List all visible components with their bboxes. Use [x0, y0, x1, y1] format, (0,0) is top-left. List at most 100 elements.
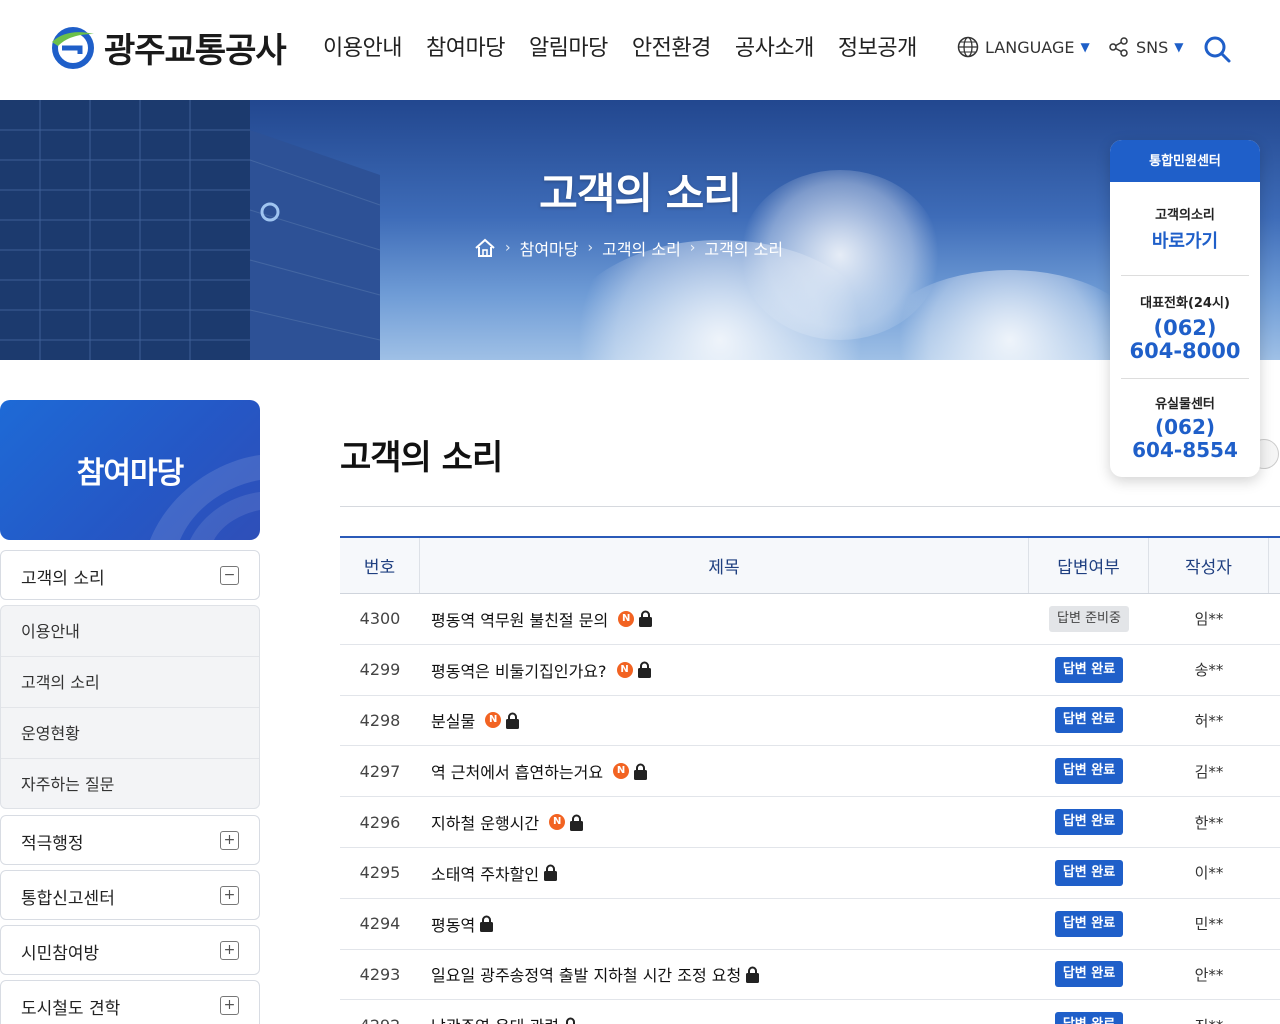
share-nodes-icon	[1109, 37, 1128, 57]
row-title-link[interactable]: 일요일 광주송정역 출발 지하철 시간 조정 요청	[420, 950, 1029, 1000]
submenu-item-guide[interactable]: 이용안내	[1, 606, 259, 657]
table-row[interactable]: 4297 역 근처에서 흡연하는거요 N 답변 완료 김**	[340, 746, 1280, 798]
sidebar-item-label-wrap[interactable]: 통합신고센터 +	[1, 871, 259, 921]
search-icon[interactable]	[1202, 34, 1232, 64]
row-title-link[interactable]: 분실물 N	[420, 696, 1029, 746]
status-badge: 답변 완료	[1054, 656, 1124, 683]
sidebar-item-proactive[interactable]: 적극행정 +	[0, 815, 260, 865]
row-number: 4299	[359, 660, 401, 680]
status-badge: 답변 완료	[1054, 910, 1124, 937]
nav-item-notice[interactable]: 알림마당	[529, 30, 608, 68]
submenu-item-faq[interactable]: 자주하는 질문	[1, 759, 259, 810]
lost-found-label: 유실물센터	[1155, 397, 1215, 412]
row-number: 4298	[359, 710, 401, 730]
expand-icon[interactable]: +	[220, 996, 239, 1015]
new-badge: N	[613, 763, 630, 780]
row-title-link[interactable]: 지하철 운행시간 N	[420, 797, 1029, 847]
breadcrumb-item[interactable]: 참여마당	[520, 236, 579, 260]
voice-link[interactable]: 바로가기	[1110, 227, 1260, 253]
logo-mark-icon	[52, 27, 94, 69]
table-row[interactable]: 4293 일요일 광주송정역 출발 지하철 시간 조정 요청 답변 완료 안**	[340, 950, 1280, 1001]
column-header-answer: 답변여부	[1029, 538, 1149, 593]
row-answer: 답변 완료	[1029, 645, 1149, 695]
row-title: 지하철 운행시간	[431, 814, 540, 834]
language-label: LANGUAGE	[985, 37, 1075, 57]
table-row[interactable]: 4298 분실물 N 답변 완료 허**	[340, 696, 1280, 747]
logo-text: 광주교통공사	[104, 30, 287, 71]
expand-icon[interactable]: +	[220, 886, 239, 905]
table-row[interactable]: 4294 평동역 답변 완료 민**	[340, 899, 1280, 950]
breadcrumb: › 참여마당 › 고객의 소리 › 고객의 소리	[474, 236, 783, 260]
language-button[interactable]: LANGUAGE ▼	[957, 36, 1090, 58]
lost-found-phone[interactable]: (062) 604-8554	[1110, 416, 1260, 462]
table-row[interactable]: 4295 소태역 주차할인 답변 완료 이**	[340, 848, 1280, 899]
submenu-item-voice[interactable]: 고객의 소리	[1, 657, 259, 708]
sns-label: SNS	[1136, 37, 1169, 57]
row-title-link[interactable]: 평동역	[420, 899, 1029, 949]
caret-down-icon: ▼	[1080, 40, 1090, 54]
expand-icon[interactable]: +	[220, 941, 239, 960]
status-badge: 답변 완료	[1054, 758, 1124, 785]
sidebar-item-label: 도시철도 견학	[21, 998, 121, 1019]
row-answer: 답변 완료	[1029, 746, 1149, 796]
row-title-link[interactable]: 소태역 주차할인	[420, 848, 1029, 898]
nav-item-about[interactable]: 공사소개	[735, 30, 814, 68]
home-icon[interactable]	[474, 238, 496, 258]
table-row[interactable]: 4300 평동역 역무원 불친절 문의 N 답변 준비중 임**	[340, 594, 1280, 645]
sidebar-item-label-wrap[interactable]: 적극행정 +	[1, 816, 259, 866]
page-banner: 고객의 소리 › 참여마당 › 고객의 소리 › 고객의 소리	[0, 100, 1280, 360]
main-phone-number[interactable]: (062) 604-8000	[1110, 317, 1260, 363]
breadcrumb-item[interactable]: 고객의 소리	[704, 236, 783, 260]
collapse-icon[interactable]: −	[220, 566, 239, 585]
sidebar-item-label: 적극행정	[21, 833, 84, 854]
sidebar-item-label: 고객의 소리	[21, 568, 105, 589]
site-header: 광주교통공사 이용안내 참여마당 알림마당 안전환경 공사소개 정보공개 LAN…	[0, 0, 1280, 100]
sidebar-item-citizen[interactable]: 시민참여방 +	[0, 925, 260, 975]
logo[interactable]: 광주교통공사	[48, 22, 287, 72]
submenu-item-status[interactable]: 운영현황	[1, 708, 259, 759]
table-row[interactable]: 4299 평동역은 비둘기집인가요? N 답변 완료 송**	[340, 645, 1280, 696]
lock-icon	[570, 814, 584, 831]
sns-button[interactable]: SNS ▼	[1108, 36, 1184, 58]
breadcrumb-item[interactable]: 고객의 소리	[602, 236, 681, 260]
expand-icon[interactable]: +	[220, 831, 239, 850]
row-title-link[interactable]: 평동역은 비둘기집인가요? N	[420, 645, 1029, 695]
column-header-writer: 작성자	[1149, 538, 1269, 593]
table-body: 4300 평동역 역무원 불친절 문의 N 답변 준비중 임** 4299 평동역은 비둘기…	[340, 594, 1280, 1024]
row-writer: 진**	[1149, 1000, 1269, 1024]
sidebar-item-report-center[interactable]: 통합신고센터 +	[0, 870, 260, 920]
row-title-link[interactable]: 역 근처에서 흡연하는거요 N	[420, 746, 1029, 796]
row-title: 소태역 주차할인	[431, 864, 540, 884]
voice-shortcut[interactable]: 고객의소리 바로가기	[1110, 182, 1260, 275]
row-title: 남광주역 운대 관련	[431, 1013, 559, 1024]
nav-item-disclosure[interactable]: 정보공개	[838, 30, 917, 68]
sidebar-item-tour[interactable]: 도시철도 견학 +	[0, 980, 260, 1024]
row-number: 4293	[359, 964, 401, 984]
row-number: 4297	[359, 761, 401, 781]
row-answer: 답변 준비중	[1029, 594, 1149, 644]
table-row[interactable]: 4296 지하철 운행시간 N 답변 완료 한**	[340, 797, 1280, 848]
row-answer: 답변 완료	[1029, 848, 1149, 898]
row-writer: 한**	[1194, 813, 1224, 832]
row-title: 평동역은 비둘기집인가요?	[431, 661, 607, 681]
row-title-link[interactable]: 평동역 역무원 불친절 문의 N	[420, 594, 1029, 644]
row-title: 일요일 광주송정역 출발 지하철 시간 조정 요청	[431, 966, 742, 986]
row-number: 4296	[359, 812, 401, 832]
table-row[interactable]: 4292 남광주역 운대 관련 답변 완료 진**	[340, 1000, 1280, 1024]
nav-item-guide[interactable]: 이용안내	[323, 30, 402, 68]
globe-icon	[957, 36, 979, 58]
status-badge: 답변 완료	[1054, 1012, 1124, 1024]
nav-item-safety[interactable]: 안전환경	[632, 30, 711, 68]
sidebar-item-label-wrap[interactable]: 시민참여방 +	[1, 926, 259, 976]
new-badge: N	[549, 814, 566, 831]
row-title-link[interactable]: 남광주역 운대 관련	[420, 1000, 1029, 1024]
row-title: 평동역 역무원 불친절 문의	[431, 610, 609, 630]
new-badge: N	[618, 610, 635, 627]
sidebar-item-voice[interactable]: 고객의 소리 −	[0, 550, 260, 600]
sidebar-item-label-wrap[interactable]: 고객의 소리 −	[1, 551, 259, 601]
row-answer: 답변 완료	[1029, 950, 1149, 1000]
chevron-right-icon: ›	[587, 240, 594, 256]
nav-item-participation[interactable]: 참여마당	[426, 30, 505, 68]
voice-label: 고객의소리	[1155, 208, 1215, 223]
sidebar-item-label-wrap[interactable]: 도시철도 견학 +	[1, 981, 259, 1024]
